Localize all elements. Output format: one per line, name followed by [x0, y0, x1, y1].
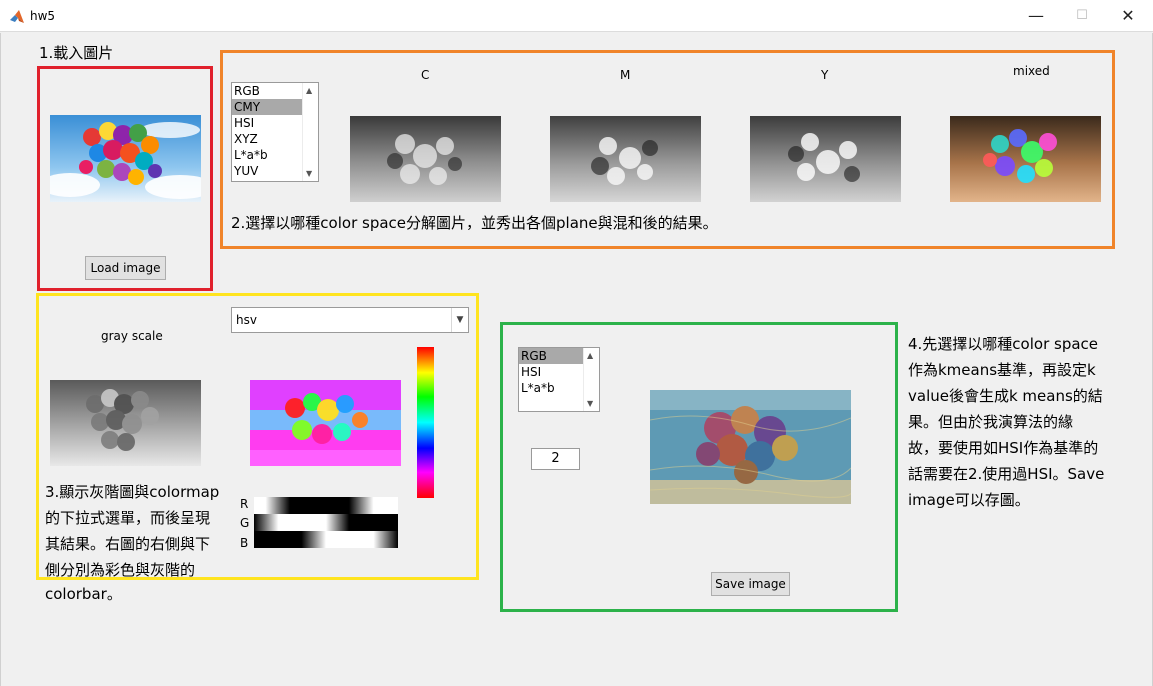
channel-label-b: B: [240, 536, 249, 550]
kmeans-scroll-down-icon[interactable]: ▼: [587, 399, 593, 408]
k-value-input[interactable]: 2: [531, 448, 580, 470]
section3-description-line1: 3.顯示灰階圖與colormap: [45, 483, 220, 501]
section4-description-line2: 作為kmeans基準，再設定k: [908, 361, 1096, 379]
section3-description-line2: 的下拉式選單，而後呈現: [45, 509, 211, 527]
section3-description-line4: 側分別為彩色與灰階的: [45, 561, 196, 579]
color-colorbar: [417, 347, 434, 498]
colormap-selected-value: hsv: [236, 313, 257, 327]
maximize-button[interactable]: ☐: [1059, 0, 1105, 32]
kmeans-scroll-up-icon[interactable]: ▲: [587, 351, 593, 360]
chevron-down-icon[interactable]: ▼: [451, 308, 468, 332]
plane-m-image: [550, 116, 701, 202]
kmeans-result-image: [650, 390, 851, 504]
section4-description-line6: 話需要在2.使用過HSI。Save: [908, 465, 1105, 483]
section4-description-line1: 4.先選擇以哪種color space: [908, 335, 1099, 353]
scroll-down-icon[interactable]: ▼: [306, 169, 312, 178]
channel-label-r: R: [240, 497, 249, 511]
scroll-up-icon[interactable]: ▲: [306, 86, 312, 95]
section4-description-line5: 故，要使用如HSI作為基準的: [908, 439, 1099, 457]
section2-description: 2.選擇以哪種color space分解圖片，並秀出各個plane與混和後的結果…: [231, 214, 718, 232]
gray-scale-label: gray scale: [101, 329, 163, 343]
listbox-scrollbar[interactable]: ▲ ▼: [302, 83, 318, 181]
kmeans-colorspace-listbox[interactable]: RGB HSI L*a*b ▲ ▼: [518, 347, 600, 412]
section4-description-line3: value後會生成k means的結: [908, 387, 1103, 405]
section3-description-line3: 其結果。右圖的右側與下: [45, 535, 211, 553]
plane-label-y: Y: [821, 68, 829, 82]
plane-label-c: C: [421, 68, 430, 82]
close-button[interactable]: ✕: [1105, 0, 1151, 32]
section4-description-line4: 果。但由於我演算法的緣: [908, 413, 1074, 431]
section3-description-line5: colorbar。: [45, 585, 122, 603]
title-bar: hw5 — ☐ ✕: [0, 0, 1153, 32]
section4-description-line7: image可以存圖。: [908, 491, 1030, 509]
minimize-button[interactable]: —: [1013, 0, 1059, 32]
grayscale-image: [50, 380, 201, 466]
save-image-button[interactable]: Save image: [711, 572, 790, 596]
plane-mixed-image: [950, 116, 1101, 202]
plane-label-m: M: [620, 68, 631, 82]
green-gray-colorbar: [254, 514, 398, 531]
channel-label-g: G: [240, 516, 250, 530]
balloon-image: [50, 115, 201, 202]
colormap-dropdown[interactable]: hsv ▼: [231, 307, 469, 333]
blue-gray-colorbar: [254, 531, 398, 548]
matlab-icon: [10, 10, 24, 23]
colormap-result-image: [250, 380, 401, 466]
plane-c-image: [350, 116, 501, 202]
load-image-button[interactable]: Load image: [85, 256, 166, 280]
red-gray-colorbar: [254, 497, 398, 514]
plane-y-image: [750, 116, 901, 202]
kmeans-listbox-scrollbar[interactable]: ▲ ▼: [583, 348, 599, 411]
colorspace-listbox[interactable]: RGB CMY HSI XYZ L*a*b YUV ▲ ▼: [231, 82, 319, 182]
window-title: hw5: [30, 9, 56, 23]
section1-label: 1.載入圖片: [39, 44, 114, 62]
plane-label-mixed: mixed: [1013, 64, 1050, 78]
